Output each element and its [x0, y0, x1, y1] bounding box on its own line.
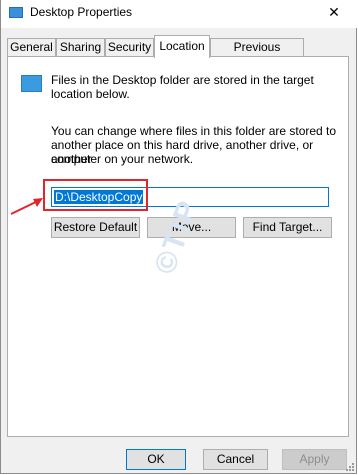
tab-previous-versions[interactable]: Previous Versions — [210, 38, 304, 71]
intro-line-2: location below. — [51, 87, 130, 101]
intro-line-1: Files in the Desktop folder are stored i… — [51, 73, 314, 87]
pointer-arrow-icon — [10, 198, 43, 215]
find-target-button[interactable]: Find Target... — [243, 217, 332, 238]
close-icon[interactable]: ✕ — [319, 3, 349, 23]
desc-line-3: computer on your network. — [51, 152, 194, 166]
resize-grip-icon[interactable] — [345, 462, 355, 472]
ok-button[interactable]: OK — [126, 449, 186, 470]
restore-default-button[interactable]: Restore Default — [51, 217, 140, 238]
cancel-button[interactable]: Cancel — [203, 449, 268, 470]
tab-location[interactable]: Location — [154, 35, 210, 58]
tab-sharing[interactable]: Sharing — [56, 38, 105, 56]
desc-line-1: You can change where files in this folde… — [51, 124, 337, 138]
apply-button[interactable]: Apply — [282, 449, 347, 470]
properties-window: Desktop Properties ✕ General Sharing Sec… — [0, 0, 358, 474]
tab-security[interactable]: Security — [105, 38, 154, 56]
